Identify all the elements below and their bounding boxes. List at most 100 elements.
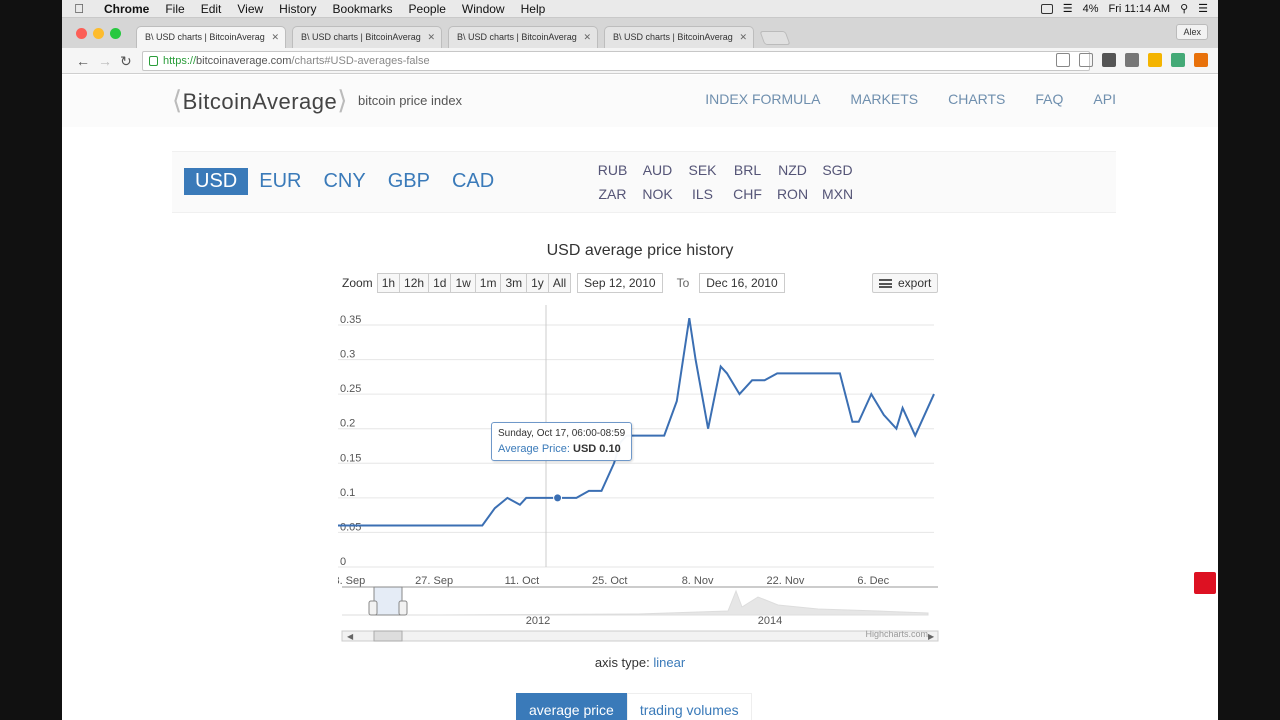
menu-people[interactable]: People: [401, 2, 454, 16]
reload-icon[interactable]: ↻: [120, 53, 132, 70]
zoom-12h-button[interactable]: 12h: [400, 273, 430, 293]
menu-window[interactable]: Window: [454, 2, 513, 16]
address-bar[interactable]: https://bitcoinaverage.com/charts#USD-av…: [142, 51, 1090, 71]
minimize-window-button[interactable]: [93, 28, 104, 39]
currency-nzd[interactable]: NZD: [770, 162, 815, 178]
currency-aud[interactable]: AUD: [635, 162, 680, 178]
x-tick-label: 6. Dec: [857, 575, 889, 587]
axis-type-toggle[interactable]: linear: [653, 655, 685, 670]
currency-sgd[interactable]: SGD: [815, 162, 860, 178]
zoom-1y-button[interactable]: 1y: [527, 273, 549, 293]
zoom-1m-button[interactable]: 1m: [475, 273, 502, 293]
menu-file[interactable]: File: [157, 2, 192, 16]
currency-eur[interactable]: EUR: [248, 168, 312, 195]
extension-icon[interactable]: [1171, 53, 1185, 67]
zoom-1w-button[interactable]: 1w: [451, 273, 476, 293]
menu-edit[interactable]: Edit: [193, 2, 230, 16]
menu-app[interactable]: Chrome: [96, 2, 157, 16]
tab-1[interactable]: B\ USD charts | BitcoinAverag ✕: [136, 26, 286, 48]
chrome-menu-icon[interactable]: [1194, 53, 1208, 67]
menu-help[interactable]: Help: [513, 2, 554, 16]
zoom-all-button[interactable]: All: [548, 273, 572, 293]
profile-button[interactable]: Alex: [1176, 24, 1208, 40]
navigator-scrollbar-thumb: [373, 630, 403, 642]
left-letterbox: [0, 0, 62, 720]
tab-trading-volumes[interactable]: trading volumes: [626, 693, 752, 720]
y-axis-ticks: 0 0.05 0.1 0.15 0.2 0.25 0.3 0.35: [340, 314, 361, 568]
zoom-1d-button[interactable]: 1d: [429, 273, 452, 293]
navigator-label-2014: 2014: [758, 615, 782, 627]
web-page: ⟨BitcoinAverage⟩ bitcoin price index IND…: [62, 75, 1218, 720]
minor-currencies: RUB AUD SEK BRL NZD SGD ZAR NOK ILS CHF …: [590, 162, 860, 202]
currency-mxn[interactable]: MXN: [815, 186, 860, 202]
pdf-icon[interactable]: [1194, 572, 1216, 594]
currency-sek[interactable]: SEK: [680, 162, 725, 178]
close-tab-icon[interactable]: ✕: [739, 32, 747, 43]
y-tick-label: 0.1: [340, 487, 355, 499]
tab-2[interactable]: B\ USD charts | BitcoinAverag ✕: [292, 26, 442, 48]
currency-chf[interactable]: CHF: [725, 186, 770, 202]
menu-bookmarks[interactable]: Bookmarks: [325, 2, 401, 16]
zoom-window-button[interactable]: [110, 28, 121, 39]
notification-icon[interactable]: ☰: [1198, 2, 1208, 15]
navigator-area: [342, 589, 929, 616]
nav-markets[interactable]: MARKETS: [850, 91, 918, 107]
extension-icon[interactable]: [1148, 53, 1162, 67]
nav-api[interactable]: API: [1093, 91, 1116, 107]
navigator-selection: [373, 586, 403, 616]
navigator-right-handle: [398, 600, 408, 616]
currency-rub[interactable]: RUB: [590, 162, 635, 178]
close-tab-icon[interactable]: ✕: [427, 32, 435, 43]
price-chart[interactable]: 0 0.05 0.1 0.15 0.2 0.25 0.3 0.35 13. Sep 27. Se…: [338, 305, 940, 650]
wifi-icon[interactable]: ☰: [1063, 2, 1073, 15]
y-tick-label: 0.3: [340, 349, 355, 361]
currency-nok[interactable]: NOK: [635, 186, 680, 202]
y-tick-label: 0.25: [340, 383, 361, 395]
close-window-button[interactable]: [76, 28, 87, 39]
x-tick-label: 13. Sep: [338, 575, 365, 587]
currency-cny[interactable]: CNY: [312, 168, 376, 195]
y-tick-label: 0.35: [340, 314, 361, 326]
toolbar-extensions: [1056, 53, 1208, 67]
spotlight-icon[interactable]: ⚲: [1180, 2, 1188, 15]
screen-share-icon[interactable]: [1040, 3, 1053, 14]
currency-cad[interactable]: CAD: [441, 168, 505, 195]
currency-gbp[interactable]: GBP: [377, 168, 441, 195]
currency-ils[interactable]: ILS: [680, 186, 725, 202]
export-button[interactable]: export: [872, 273, 939, 293]
back-icon[interactable]: ←: [76, 53, 90, 69]
nav-faq[interactable]: FAQ: [1035, 91, 1063, 107]
menu-history[interactable]: History: [271, 2, 324, 16]
screen:  Chrome File Edit View History Bookmark…: [62, 0, 1218, 720]
close-tab-icon[interactable]: ✕: [271, 32, 279, 43]
tab-average-price[interactable]: average price: [516, 693, 627, 720]
battery-percent[interactable]: 4%: [1083, 3, 1099, 15]
clock[interactable]: Fri 11:14 AM: [1109, 3, 1171, 15]
search-icon[interactable]: [1056, 53, 1070, 67]
new-tab-button[interactable]: [759, 31, 791, 45]
series-line-average-price: [338, 317, 935, 527]
zoom-3m-button[interactable]: 3m: [501, 273, 528, 293]
zoom-1h-button[interactable]: 1h: [376, 273, 401, 293]
currency-usd[interactable]: USD: [184, 168, 249, 195]
apple-icon[interactable]: : [62, 1, 96, 16]
nav-charts[interactable]: CHARTS: [948, 91, 1005, 107]
from-date-input[interactable]: Sep 12, 2010: [577, 273, 663, 293]
currency-ron[interactable]: RON: [770, 186, 815, 202]
menu-view[interactable]: View: [229, 2, 271, 16]
tab-3[interactable]: B\ USD charts | BitcoinAverag ✕: [448, 26, 598, 48]
forward-icon[interactable]: →: [98, 53, 112, 69]
to-date-input[interactable]: Dec 16, 2010: [699, 273, 785, 293]
currency-zar[interactable]: ZAR: [590, 186, 635, 202]
scroll-right-arrow: ▶: [928, 632, 935, 641]
extension-icon[interactable]: [1125, 53, 1139, 67]
bookmark-star-icon[interactable]: [1079, 53, 1093, 67]
close-tab-icon[interactable]: ✕: [583, 32, 591, 43]
nav-index-formula[interactable]: INDEX FORMULA: [705, 91, 820, 107]
site-logo[interactable]: ⟨BitcoinAverage⟩: [172, 85, 348, 116]
currency-brl[interactable]: BRL: [725, 162, 770, 178]
tab-title: USD charts | BitcoinAverag: [468, 32, 577, 42]
extension-icon[interactable]: [1102, 53, 1116, 67]
url-scheme: https://: [163, 55, 197, 67]
tab-4[interactable]: B\ USD charts | BitcoinAverag ✕: [604, 26, 754, 48]
